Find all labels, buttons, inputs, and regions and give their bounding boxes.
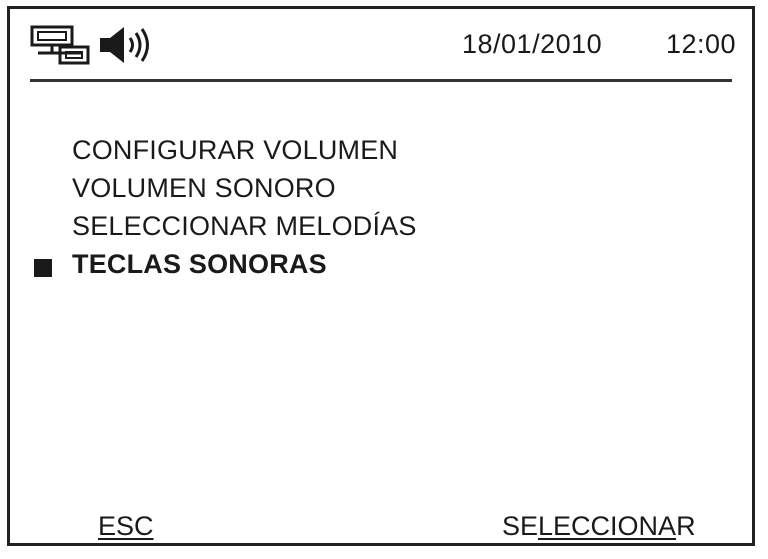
esc-softkey[interactable]: ESC [98, 511, 154, 542]
menu-item-teclas-sonoras[interactable]: TECLAS SONORAS [72, 249, 327, 280]
seleccionar-suffix: R [676, 511, 696, 541]
seleccionar-underlined: LECCIONA [538, 511, 677, 541]
speaker-icon [98, 25, 158, 70]
date-display: 18/01/2010 [462, 29, 603, 59]
status-divider [30, 79, 732, 82]
seleccionar-softkey[interactable]: SELECCIONAR [502, 511, 696, 542]
display-screen: 18/01/2010 12:00 CONFIGURAR VOLUMEN VOLU… [7, 6, 755, 546]
menu-item-volumen-sonoro[interactable]: VOLUMEN SONORO [72, 173, 336, 204]
menu-item-seleccionar-melodias[interactable]: SELECCIONAR MELODÍAS [72, 211, 417, 242]
menu-item-configurar-volumen[interactable]: CONFIGURAR VOLUMEN [72, 135, 398, 166]
time-display: 12:00 [666, 29, 737, 59]
selection-marker-icon [34, 259, 52, 277]
network-icon [30, 25, 92, 70]
status-bar: 18/01/2010 12:00 [10, 9, 752, 79]
seleccionar-prefix: SE [502, 511, 539, 541]
